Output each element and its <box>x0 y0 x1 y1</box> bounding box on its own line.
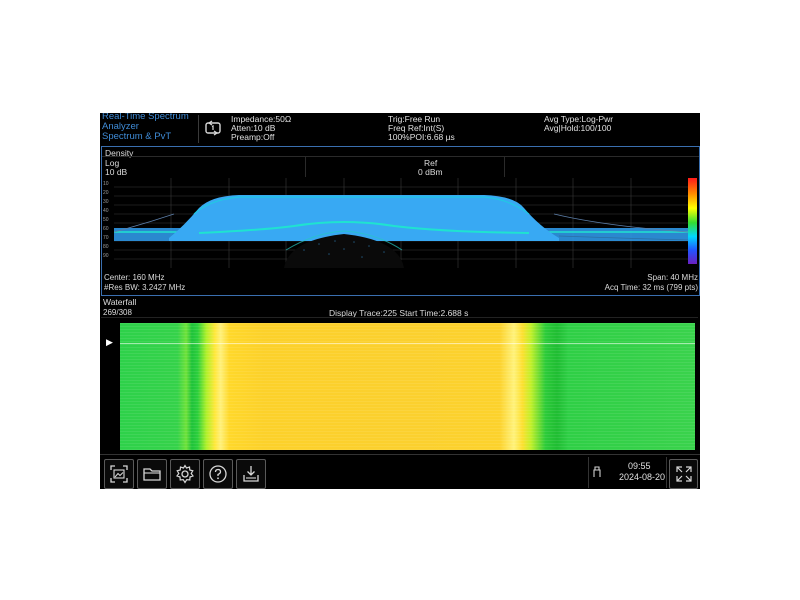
trace-count: 269/308 <box>103 308 132 317</box>
window-title: Waterfall <box>103 297 137 307</box>
measurement-name[interactable]: Spectrum & PvT <box>102 132 171 142</box>
center-frequency[interactable]: Center: 160 MHz <box>104 273 164 282</box>
density-color-scale <box>688 178 697 264</box>
y-tick-label: 60 <box>103 226 109 232</box>
y-tick-label: 70 <box>103 235 109 241</box>
ref-level-value[interactable]: 0 dBm <box>418 167 443 177</box>
analyzer-screen: Real-Time Spectrum Analyzer Spectrum & P… <box>100 113 700 489</box>
avg-hold-readout: Avg|Hold:100/100 <box>544 123 612 133</box>
acquisition-time[interactable]: Acq Time: 32 ms (799 pts) <box>605 283 698 292</box>
clock-date: 2024-08-20 <box>619 472 666 482</box>
restart-icon[interactable] <box>204 119 222 137</box>
y-tick-label: 40 <box>103 208 109 214</box>
y-tick-label: 50 <box>103 217 109 223</box>
screenshot-icon[interactable] <box>104 459 134 489</box>
trace-marker-icon[interactable]: ▶ <box>106 337 113 348</box>
y-axis-labels: 10 20 30 40 50 60 70 80 90 <box>103 178 114 268</box>
span-readout[interactable]: Span: 40 MHz <box>647 273 698 282</box>
divider <box>102 156 699 157</box>
bottom-toolbar: 09:55 2024-08-20 <box>100 454 700 489</box>
preamp-readout: Preamp:Off <box>231 132 275 142</box>
density-window[interactable]: Density Log 10 dB Ref 0 dBm 10 20 30 40 … <box>101 146 700 296</box>
usb-icon <box>591 464 603 480</box>
divider <box>198 115 199 143</box>
waterfall-window[interactable]: Waterfall 269/308 Display Trace:225 Star… <box>101 297 698 453</box>
divider <box>666 457 667 488</box>
y-tick-label: 10 <box>103 181 109 187</box>
y-tick-label: 30 <box>103 199 109 205</box>
density-plot[interactable] <box>114 178 688 268</box>
poi-readout: 100%POI:6.68 µs <box>388 132 455 142</box>
y-tick-label: 90 <box>103 253 109 259</box>
divider <box>588 457 589 488</box>
settings-icon[interactable] <box>170 459 200 489</box>
scale-per-div[interactable]: 10 dB <box>105 167 127 177</box>
status-bar: Real-Time Spectrum Analyzer Spectrum & P… <box>100 113 700 146</box>
download-icon[interactable] <box>236 459 266 489</box>
folder-icon[interactable] <box>137 459 167 489</box>
divider <box>305 157 306 177</box>
help-icon[interactable] <box>203 459 233 489</box>
trace-marker-line <box>120 343 695 344</box>
divider <box>504 157 505 177</box>
divider <box>101 317 698 318</box>
resolution-bandwidth[interactable]: #Res BW: 3.2427 MHz <box>104 283 185 292</box>
y-tick-label: 80 <box>103 244 109 250</box>
clock-time: 09:55 <box>628 461 651 471</box>
y-tick-label: 20 <box>103 190 109 196</box>
expand-icon[interactable] <box>669 459 698 489</box>
